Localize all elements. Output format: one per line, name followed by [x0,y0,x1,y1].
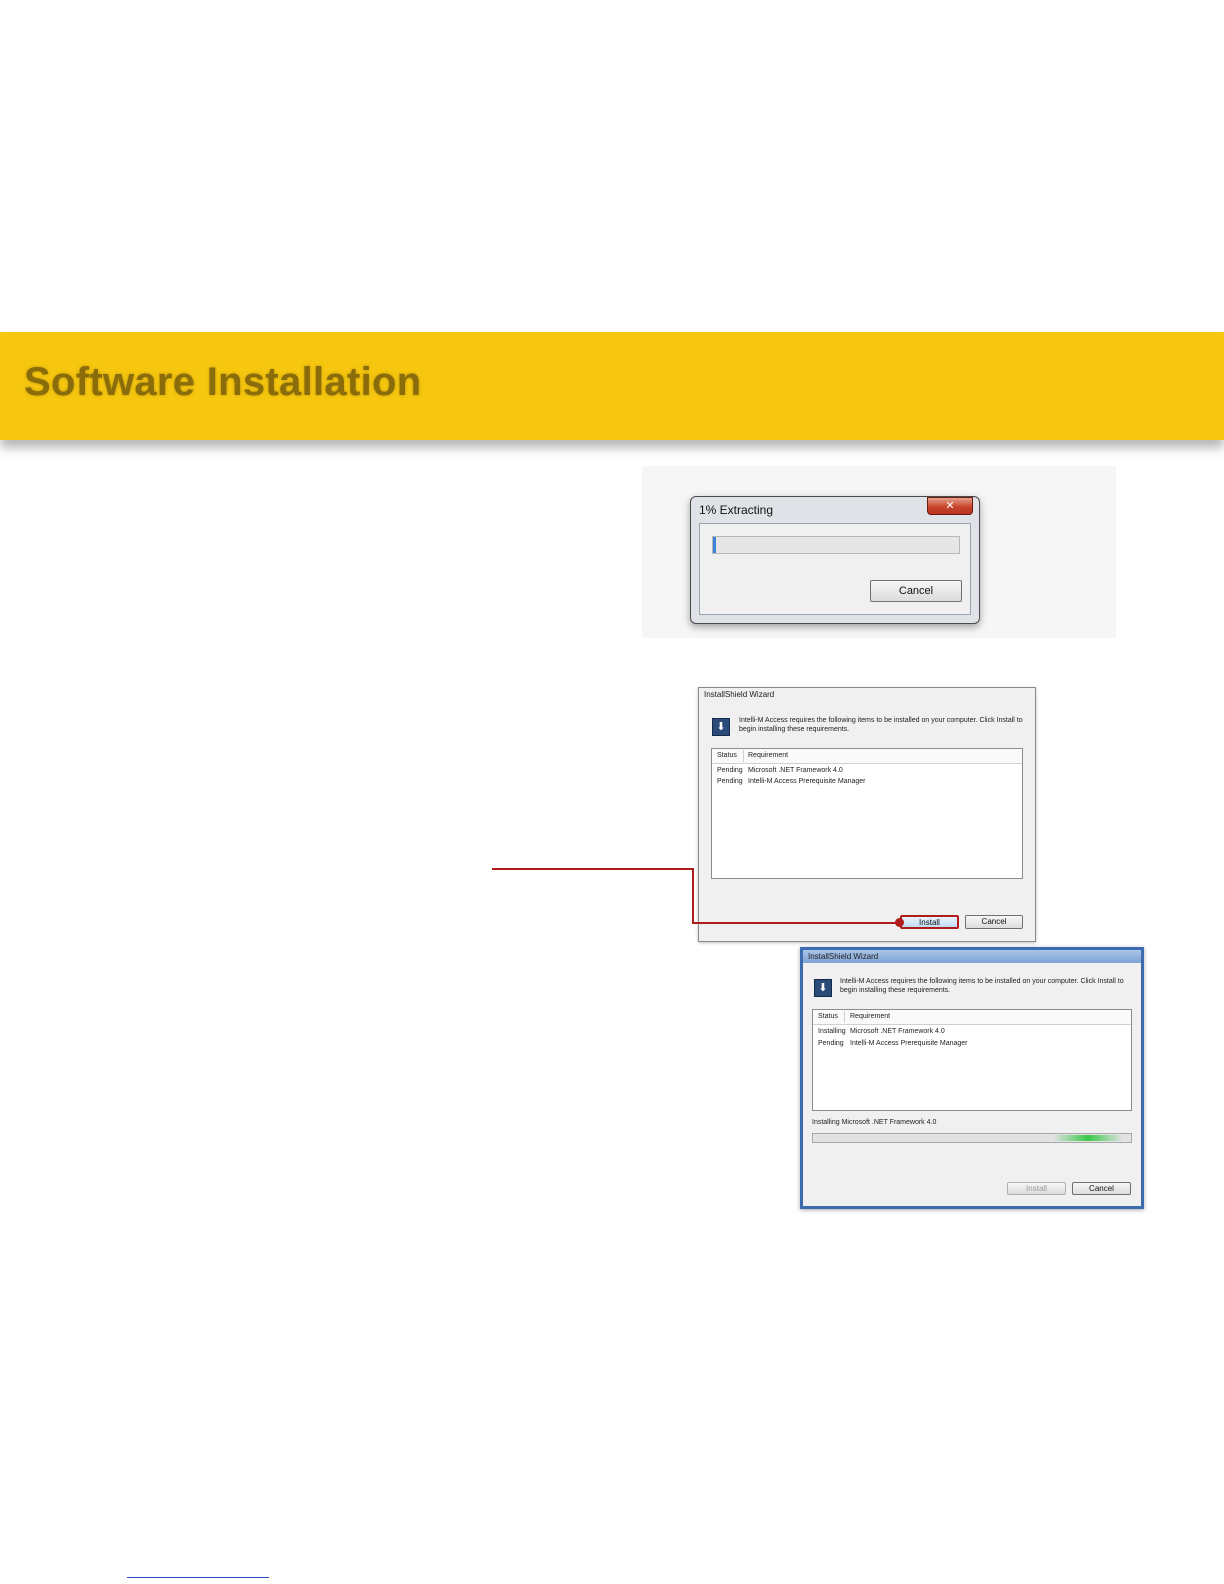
wizard-titlebar: InstallShield Wizard [803,950,1141,963]
column-divider [844,1011,845,1023]
row-status: Pending [717,778,743,785]
extract-cancel-button[interactable]: Cancel [870,580,962,602]
footer-link-underline[interactable] [127,1577,269,1578]
download-icon: ⬇ [716,721,726,733]
download-icon: ⬇ [818,982,828,994]
wizard-message: Intelli-M Access requires the following … [840,978,1124,994]
row-status: Pending [818,1040,844,1047]
column-header-status: Status [717,752,737,759]
close-icon: ✕ [945,499,955,512]
wizard-cancel-button[interactable]: Cancel [965,915,1023,929]
install-progress-bar [812,1133,1132,1143]
list-header: Status Requirement [712,749,1022,764]
install-button-disabled[interactable]: Install [1007,1182,1066,1195]
extract-progress-fill [713,537,716,553]
installshield-wizard-pending: InstallShield Wizard ⬇ Intelli-M Access … [698,687,1036,942]
install-button[interactable]: Install [900,915,959,929]
section-banner: Software Installation [0,332,1224,440]
progress-status-text: Installing Microsoft .NET Framework 4.0 [812,1119,937,1126]
requirements-list: Status Requirement Pending Microsoft .NE… [711,748,1023,879]
requirements-list: Status Requirement Installing Microsoft … [812,1009,1132,1111]
row-requirement: Intelli-M Access Prerequisite Manager [850,1040,968,1047]
column-divider [743,750,744,762]
wizard-title: InstallShield Wizard [808,952,879,961]
callout-line-vertical [692,868,694,924]
progress-glow [1053,1135,1123,1141]
wizard-title: InstallShield Wizard [704,690,775,699]
row-requirement: Intelli-M Access Prerequisite Manager [748,778,866,785]
row-status: Pending [717,767,743,774]
extracting-dialog-body: Cancel [699,523,971,615]
extract-progress-bar [712,536,960,554]
callout-dot [895,918,904,927]
column-header-requirement: Requirement [850,1013,891,1020]
section-title: Software Installation [24,360,422,404]
column-header-status: Status [818,1013,838,1020]
wizard-cancel-button[interactable]: Cancel [1072,1182,1131,1195]
row-requirement: Microsoft .NET Framework 4.0 [850,1028,945,1035]
column-header-requirement: Requirement [748,752,789,759]
extracting-dialog: 1% Extracting ✕ Cancel [690,496,980,624]
callout-line-to-button [692,922,900,924]
extracting-dialog-title: 1% Extracting [699,503,774,517]
close-button[interactable]: ✕ [927,497,973,515]
installshield-icon: ⬇ [712,718,730,736]
installshield-wizard-installing: InstallShield Wizard ⬇ Intelli-M Access … [800,947,1144,1209]
row-status: Installing [818,1028,846,1035]
installshield-icon: ⬇ [814,979,832,997]
row-requirement: Microsoft .NET Framework 4.0 [748,767,843,774]
list-header: Status Requirement [813,1010,1131,1025]
wizard-message: Intelli-M Access requires the following … [739,717,1023,733]
callout-line-horizontal [492,868,693,870]
